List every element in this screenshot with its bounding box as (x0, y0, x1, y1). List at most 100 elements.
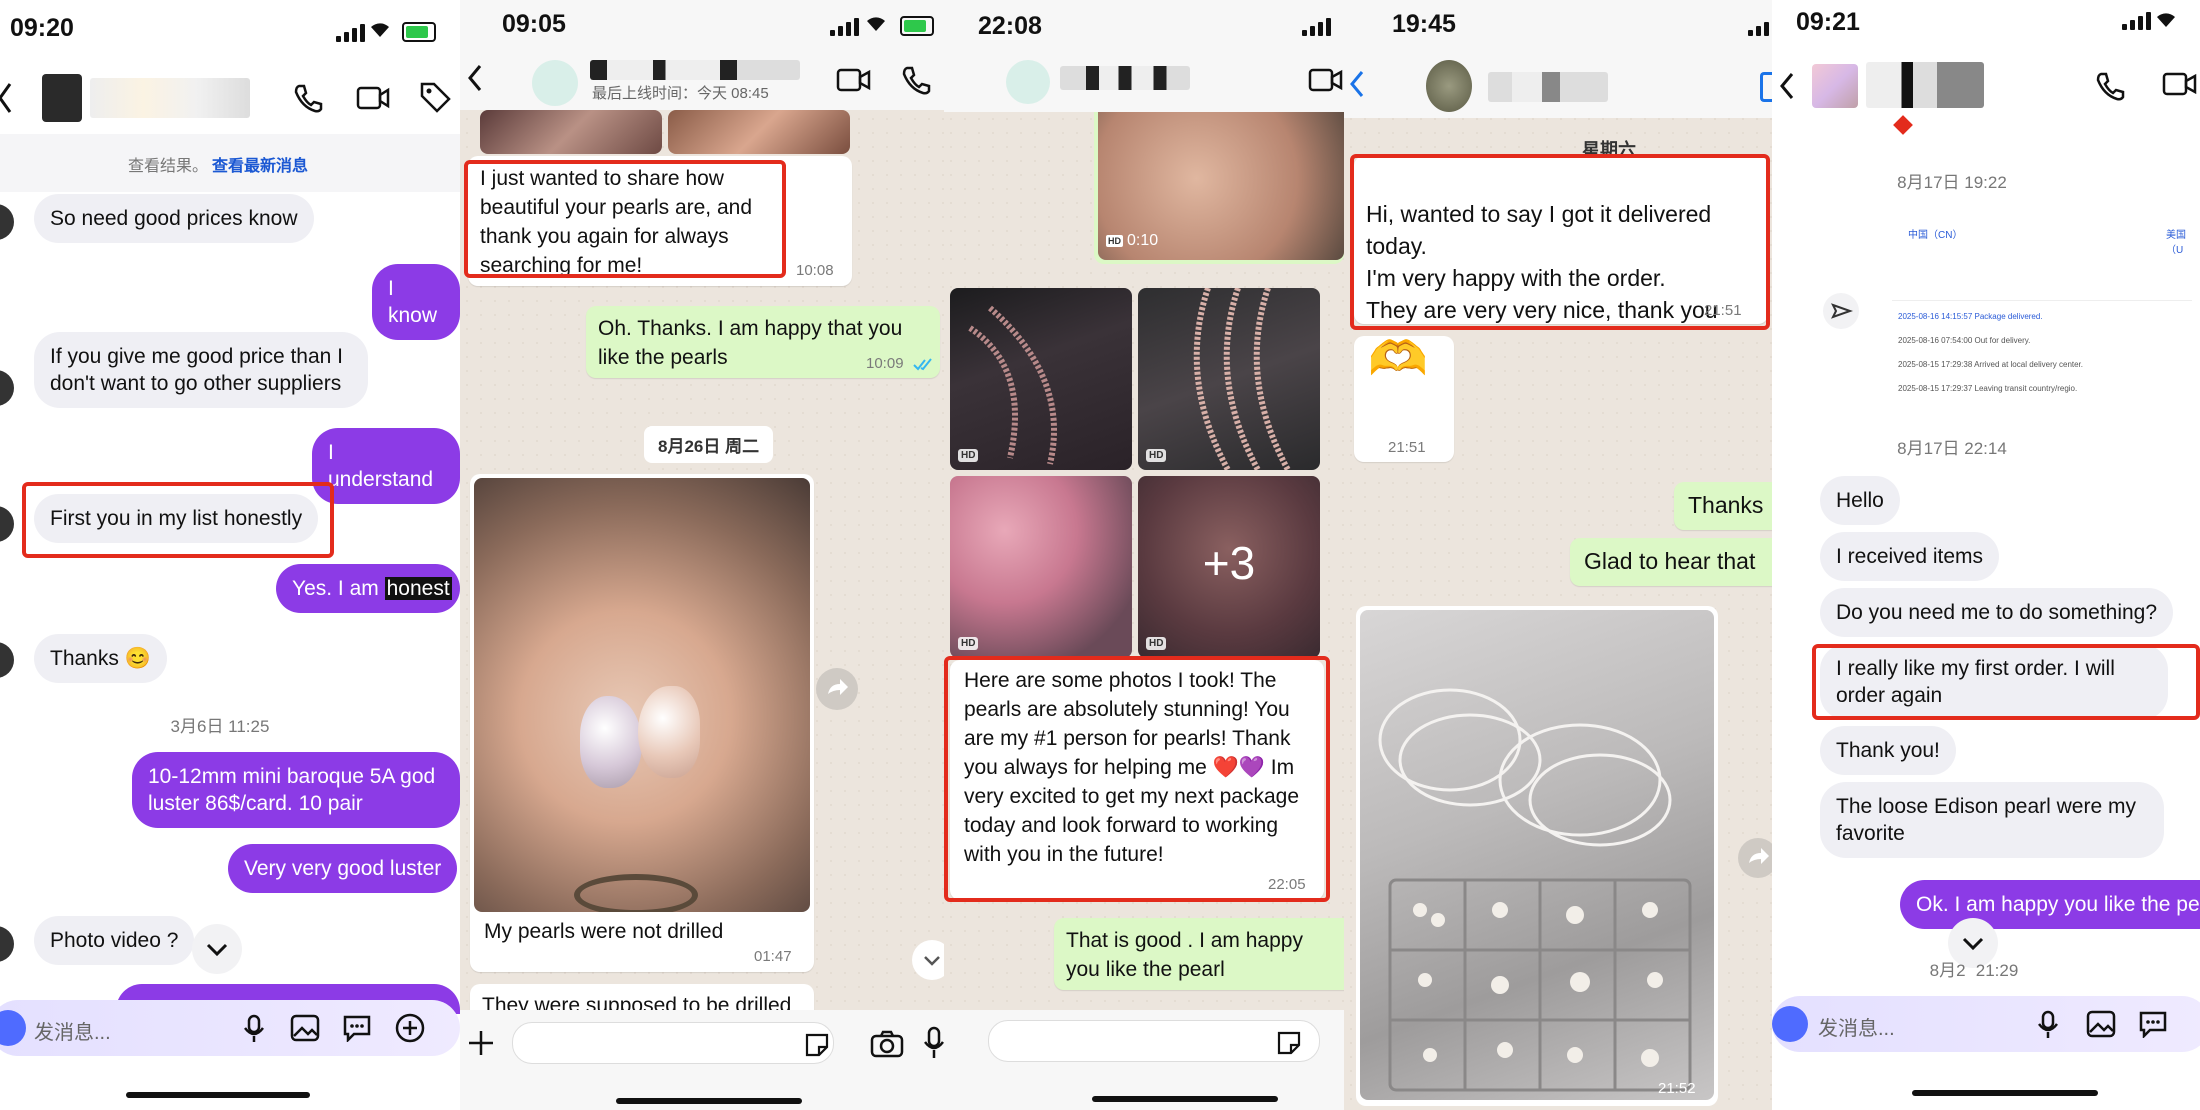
tracking-row: 2025-08-15 17:29:38 Arrived at local del… (1898, 360, 2084, 369)
video-duration: HD 0:10 (1106, 232, 1158, 250)
forward-button[interactable] (816, 668, 858, 710)
heart-hands-emoji: 🫶 (1368, 333, 1428, 386)
tracking-row: 2025-08-16 07:54:00 Out for delivery. (1898, 336, 2031, 345)
status-time: 09:20 (10, 14, 74, 42)
scroll-down-button[interactable] (192, 924, 242, 974)
message-bubble: Thank you! (1820, 726, 1956, 775)
home-indicator (126, 1092, 310, 1098)
date-stamp: 8月2 21:29 (1929, 961, 2019, 980)
highlight-box (22, 482, 334, 558)
message-bubble: 10-12mm mini baroque 5A god luster 86$/c… (132, 752, 460, 828)
sticker-icon[interactable] (2138, 1010, 2168, 1038)
double-check-icon (913, 358, 932, 371)
message-bubble: Very very good luster (228, 844, 458, 893)
phone-icon[interactable] (900, 64, 932, 96)
message-input[interactable]: 发消息... (1818, 1012, 1895, 1041)
forward-icon (1749, 848, 1769, 864)
emoji-message: 🫶 21:51 (1354, 336, 1454, 462)
message-bubble: Hello (1820, 476, 1900, 525)
message-input[interactable] (512, 1022, 834, 1064)
phone-icon[interactable] (292, 82, 324, 114)
contact-avatar[interactable] (532, 60, 578, 106)
red-pin (1893, 115, 1913, 135)
camera-button[interactable] (1772, 1006, 1808, 1042)
hand-pearls-photo[interactable] (474, 478, 810, 912)
pearl-photo[interactable]: HD (950, 476, 1132, 658)
tag-icon[interactable] (418, 80, 452, 114)
tracking-row: 2025-08-16 14:15:57 Package delivered. (1898, 312, 2043, 321)
phone-icon[interactable] (2094, 70, 2126, 102)
message-bubble: Ok. I am happy you like the pe (1900, 880, 2200, 929)
tracking-row: 2025-08-15 17:29:37 Leaving transit coun… (1898, 384, 2078, 393)
pearl-photo[interactable]: HD (950, 288, 1132, 470)
video-call-icon[interactable] (836, 66, 872, 94)
message-bubble: I understand (312, 428, 460, 504)
message-bubble: I know (372, 264, 460, 340)
highlight-box (1812, 644, 2200, 720)
signal-icon (1748, 18, 1772, 36)
highlight-box (944, 656, 1330, 902)
message-input[interactable] (988, 1020, 1320, 1062)
pearl-photo[interactable] (668, 110, 850, 154)
back-icon[interactable] (1778, 70, 1796, 102)
sender-avatar (0, 370, 14, 406)
contact-avatar[interactable] (1812, 64, 1858, 108)
gallery-icon[interactable] (290, 1014, 320, 1042)
message-bubble: If you give me good price than I don't w… (34, 332, 368, 408)
highlight-box (1350, 154, 1770, 330)
message-input[interactable]: 发消息... (34, 1016, 111, 1045)
hd-badge: HD (958, 449, 979, 462)
video-call-icon[interactable] (1308, 66, 1344, 94)
contact-avatar[interactable] (1006, 60, 1050, 104)
chevron-down-icon (206, 943, 228, 957)
message-time: 01:47 (754, 948, 792, 965)
chat-panel-2: 09:05 最后上线时间：今天 08:45 I just wanted to s… (460, 0, 944, 1110)
microphone-icon[interactable] (924, 1026, 944, 1060)
status-time: 09:05 (502, 10, 566, 38)
scroll-down-button[interactable] (912, 940, 944, 980)
sender-avatar (0, 204, 14, 240)
more-photos-tile[interactable]: +3 HD (1138, 476, 1320, 658)
video-call-icon[interactable] (1760, 72, 1772, 102)
tracking-card[interactable]: 中国（CN） 美国（U 2025-08-16 14:15:57 Package … (1872, 212, 2200, 412)
pearl-photo[interactable] (480, 110, 662, 154)
contact-avatar[interactable] (1426, 60, 1472, 112)
camera-button[interactable] (0, 1010, 26, 1046)
back-icon[interactable] (1348, 68, 1366, 100)
tracking-divider (1892, 300, 2192, 301)
contact-name-redacted (1488, 72, 1608, 102)
sticker-icon[interactable] (342, 1014, 372, 1042)
notice-text: 查看结果。 (128, 158, 209, 175)
microphone-icon[interactable] (2036, 1010, 2060, 1040)
status-time: 09:21 (1796, 8, 1860, 36)
sticker-icon[interactable] (804, 1032, 830, 1058)
back-icon[interactable] (0, 80, 16, 116)
last-seen: 最后上线时间：今天 08:45 (592, 85, 769, 102)
video-message[interactable]: HD 0:10 (1094, 112, 1344, 264)
microphone-icon[interactable] (242, 1014, 266, 1044)
battery-icon (900, 16, 934, 36)
pearl-tray-photo[interactable] (1360, 610, 1714, 1100)
pearl-photo[interactable]: HD (1138, 288, 1320, 470)
video-call-icon[interactable] (2162, 70, 2198, 98)
sticker-icon[interactable] (1276, 1030, 1302, 1056)
message-bubble: Photo video ? (34, 916, 195, 965)
add-icon[interactable] (466, 1028, 496, 1058)
wifi-icon (864, 14, 888, 32)
message-time: 10:09 (866, 355, 904, 372)
gallery-icon[interactable] (2086, 1010, 2116, 1038)
video-call-icon[interactable] (356, 84, 390, 112)
hd-badge: HD (1106, 235, 1123, 247)
forward-button[interactable] (1738, 838, 1772, 878)
highlight-box (464, 160, 786, 278)
back-icon[interactable] (466, 62, 484, 94)
send-icon[interactable] (1822, 292, 1860, 330)
notice-link[interactable]: 查看最新消息 (212, 152, 308, 176)
contact-avatar[interactable] (42, 74, 82, 122)
date-stamp: 8月17日 22:14 (1897, 439, 2007, 458)
add-icon[interactable] (394, 1012, 426, 1044)
forward-icon (828, 679, 848, 695)
camera-icon[interactable] (870, 1030, 904, 1058)
battery-icon (402, 22, 436, 42)
status-time: 22:08 (978, 12, 1042, 40)
